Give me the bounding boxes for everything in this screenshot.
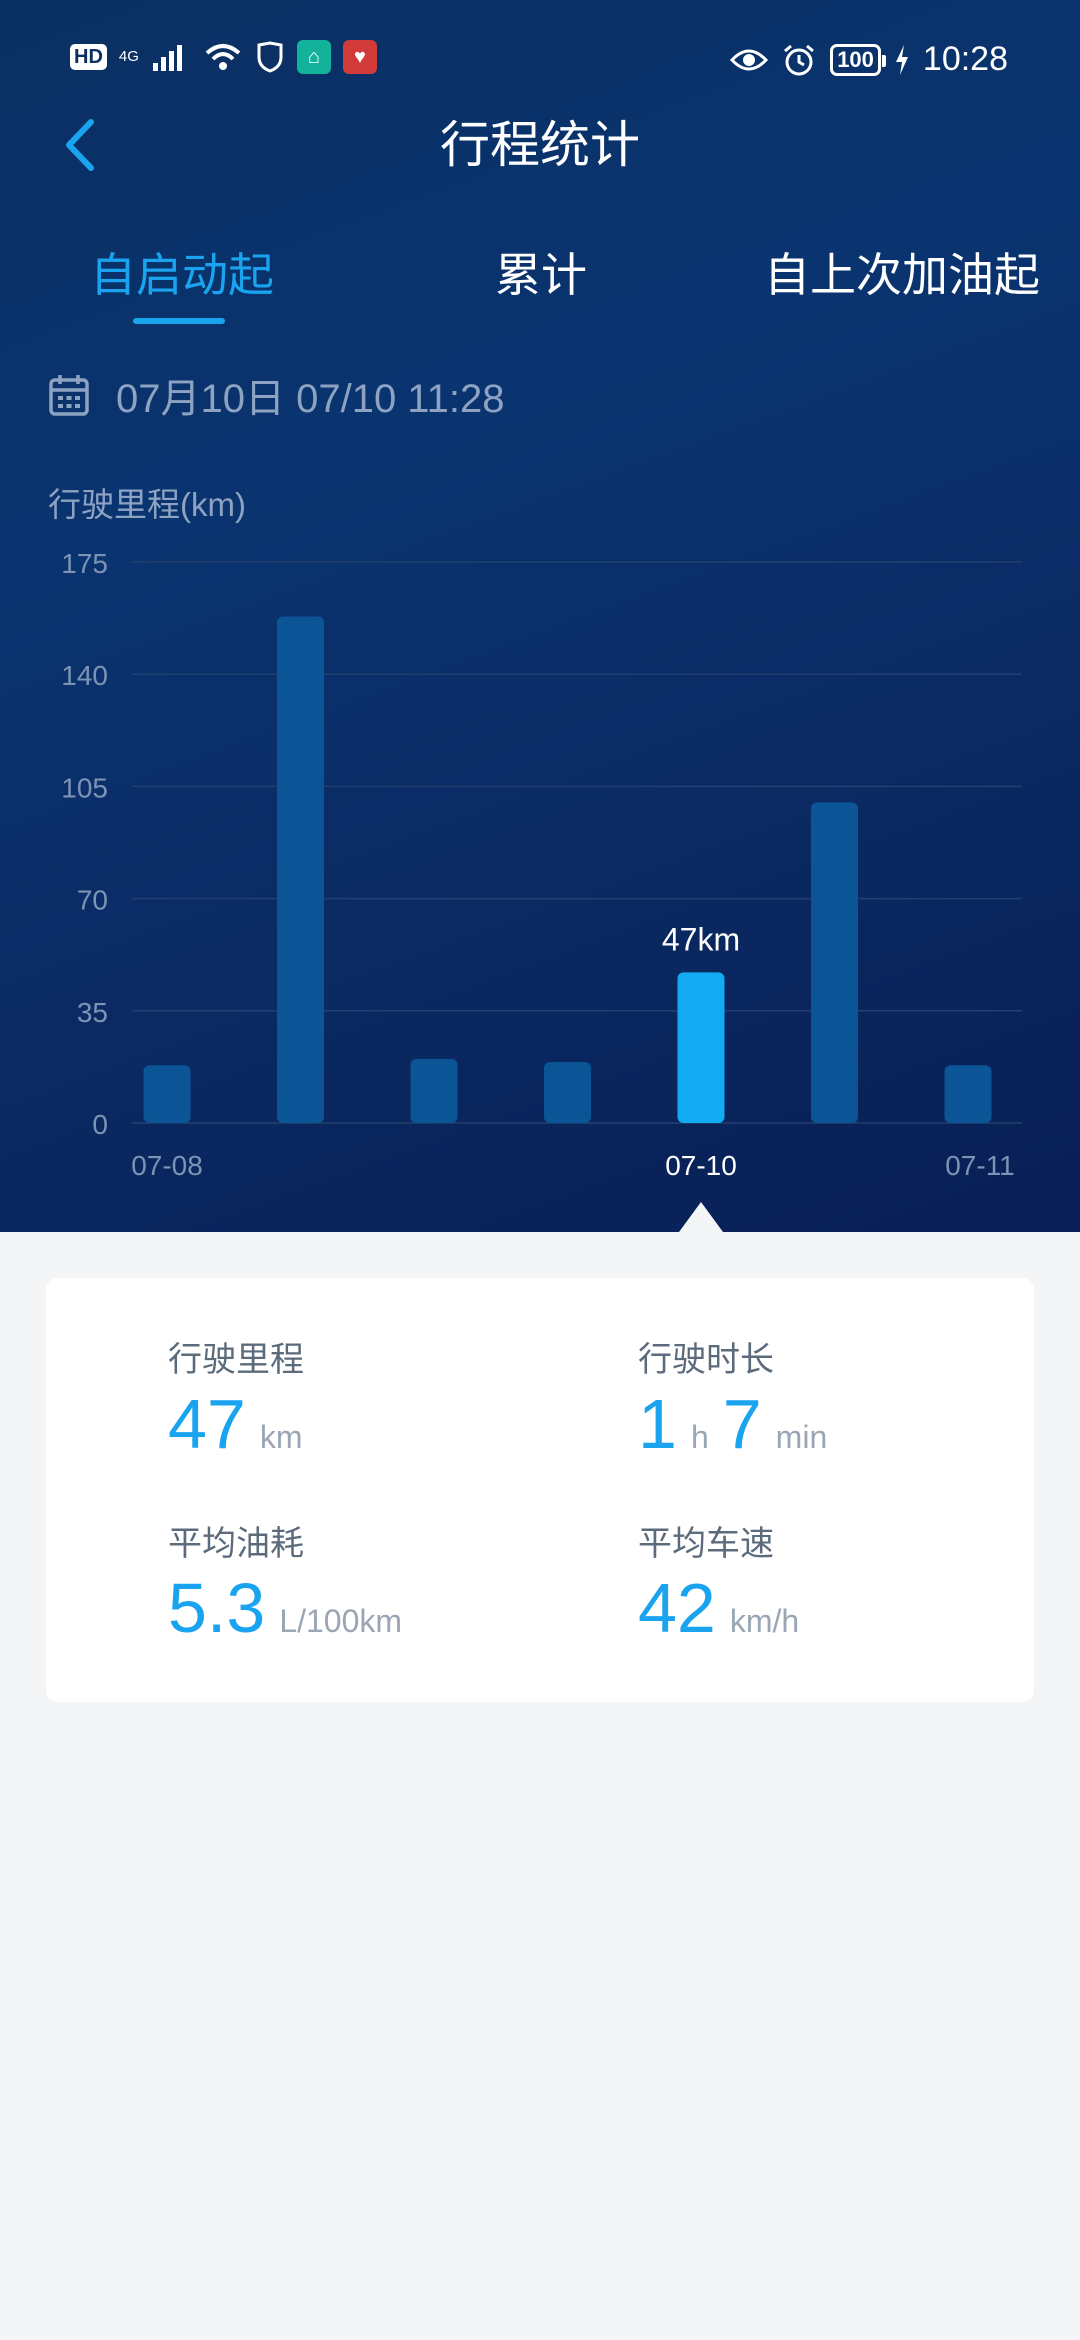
stat-duration-hours-unit: h <box>690 1419 709 1455</box>
stats-card: 行驶里程 47 km 行驶时长 1 h 7 min 平均油耗 5.3 L/100… <box>46 1278 1034 1702</box>
stat-fuel: 平均油耗 5.3 L/100km <box>168 1522 608 1644</box>
status-left: HD 4G ⌂ ♥ <box>70 40 377 74</box>
bar[interactable] <box>944 1065 992 1123</box>
stat-mileage: 行驶里程 47 km <box>168 1338 608 1460</box>
alarm-icon <box>784 44 815 75</box>
stat-duration-value-row: 1 h 7 min <box>638 1388 1078 1460</box>
y-tick-label: 0 <box>92 1109 108 1140</box>
chart-y-axis-label: 行驶里程(km) <box>48 486 246 523</box>
bar[interactable] <box>143 1065 191 1123</box>
stat-duration-hours: 1 <box>638 1385 677 1463</box>
selected-bar-value-label: 47km <box>662 921 740 957</box>
stat-speed: 平均车速 42 km/h <box>638 1522 1078 1644</box>
y-tick-label: 70 <box>77 885 108 916</box>
stat-fuel-value: 5.3 <box>168 1569 266 1647</box>
eye-icon <box>730 49 769 70</box>
calendar-icon <box>49 375 89 416</box>
charging-icon <box>895 44 908 75</box>
heart-app-icon: ♥ <box>342 40 377 74</box>
network-label: 4G <box>118 48 139 65</box>
date-text: 07月10日 07/10 11:28 <box>116 377 505 421</box>
stat-mileage-value: 47 <box>168 1385 246 1463</box>
signal-icon <box>152 45 182 71</box>
page-title: 行程统计 <box>440 117 640 173</box>
x-tick-label: 07-11 <box>945 1150 1015 1181</box>
network-type: 4G <box>118 48 139 65</box>
stat-fuel-label: 平均油耗 <box>168 1525 304 1563</box>
stat-mileage-value-row: 47 km <box>168 1388 608 1460</box>
mileage-bar-chart: 175 140 105 70 35 0 47km 07-08 07-10 07-11 <box>61 548 1022 1232</box>
stat-duration: 行驶时长 1 h 7 min <box>638 1338 1078 1460</box>
tab-since-refuel[interactable]: 自上次加油起 <box>764 240 1040 310</box>
mi-home-app-icon: ⌂ <box>296 40 331 74</box>
clock-time: 10:28 <box>922 40 1008 78</box>
top-panel: HD 4G ⌂ ♥ 100 10:28 行程统计 自启动起 累计 自上次加油起 … <box>0 0 1080 1232</box>
stat-mileage-label: 行驶里程 <box>168 1341 304 1379</box>
stat-duration-minutes-unit: min <box>775 1419 828 1455</box>
bar[interactable] <box>410 1058 458 1123</box>
mi-shield-icon <box>257 41 283 73</box>
x-tick-label: 07-08 <box>131 1150 203 1181</box>
status-right: 100 10:28 <box>730 40 1008 79</box>
x-tick-label: 07-10 <box>665 1150 737 1181</box>
tab-since-start[interactable]: 自启动起 <box>90 240 274 310</box>
stat-speed-label: 平均车速 <box>638 1525 774 1563</box>
bar[interactable] <box>277 616 324 1123</box>
active-tab-indicator <box>133 318 225 324</box>
stat-speed-value: 42 <box>638 1569 716 1647</box>
wifi-icon <box>205 44 241 70</box>
stat-fuel-value-row: 5.3 L/100km <box>168 1572 608 1644</box>
stat-mileage-unit: km <box>259 1419 303 1455</box>
date-row[interactable]: 07月10日 07/10 11:28 <box>48 366 504 424</box>
bar-selected[interactable] <box>677 972 725 1123</box>
selected-pointer-icon <box>679 1202 723 1232</box>
tab-bar: 自启动起 累计 自上次加油起 <box>0 240 1080 330</box>
tab-cumulative[interactable]: 累计 <box>495 240 587 310</box>
stat-duration-label: 行驶时长 <box>638 1341 774 1379</box>
y-tick-label: 175 <box>61 548 108 579</box>
bar[interactable] <box>544 1062 591 1123</box>
stat-speed-value-row: 42 km/h <box>638 1572 1078 1644</box>
bar[interactable] <box>811 802 858 1123</box>
y-tick-label: 35 <box>77 997 108 1028</box>
stat-fuel-unit: L/100km <box>279 1603 403 1639</box>
y-tick-label: 140 <box>61 660 108 691</box>
y-tick-label: 105 <box>61 772 108 803</box>
stat-speed-unit: km/h <box>729 1603 800 1639</box>
header: 行程统计 <box>0 100 1080 190</box>
stat-duration-minutes: 7 <box>722 1385 762 1463</box>
hd-icon: HD <box>70 44 107 70</box>
battery-icon: 100 <box>830 43 886 76</box>
